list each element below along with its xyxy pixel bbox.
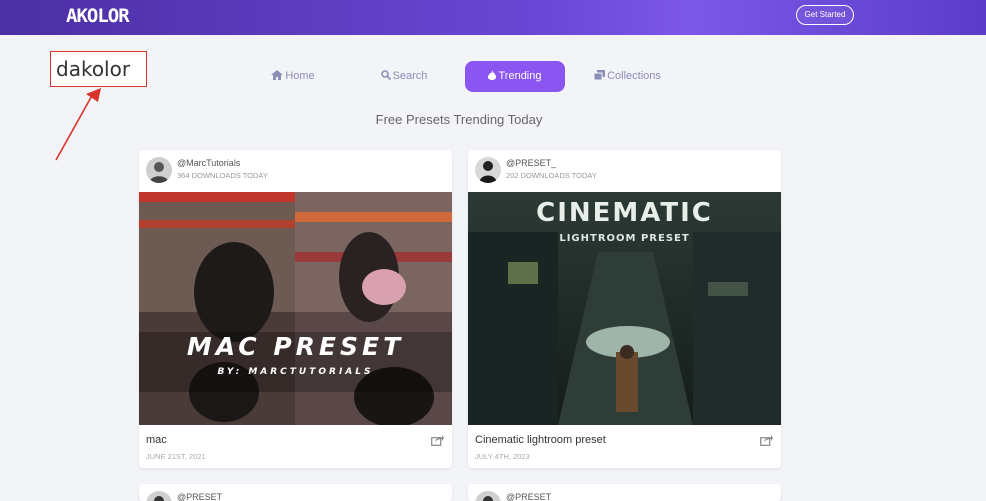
preset-title[interactable]: mac xyxy=(146,434,167,446)
nav-search-label: Search xyxy=(392,70,428,82)
flame-icon xyxy=(488,70,497,80)
card-header: @MarcTutorials 364 DOWNLOADS TODAY xyxy=(139,150,452,192)
collections-icon xyxy=(593,70,606,81)
avatar[interactable] xyxy=(146,491,172,501)
thumbnail-title: CINEMATIC xyxy=(536,198,713,228)
preset-thumbnail[interactable]: MAC PRESET BY: MARCTUTORIALS xyxy=(139,192,452,425)
author-name[interactable]: @PRESET_ xyxy=(506,158,556,168)
card-header: @PRESET_ 202 DOWNLOADS TODAY xyxy=(468,150,781,192)
avatar[interactable] xyxy=(475,491,501,501)
preset-thumbnail[interactable]: CINEMATIC LIGHTROOM PRESET xyxy=(468,192,781,425)
annotation-label: dakolor xyxy=(56,57,131,81)
author-name[interactable]: @PRESET_ xyxy=(177,492,227,501)
thumbnail-subtitle: LIGHTROOM PRESET xyxy=(559,233,690,244)
nav-trending-label: Trending xyxy=(498,70,542,82)
share-icon[interactable] xyxy=(760,434,773,446)
preset-title[interactable]: Cinematic lightroom preset xyxy=(475,434,606,446)
avatar[interactable] xyxy=(475,157,501,183)
nav-collections[interactable]: Collections xyxy=(585,61,670,92)
top-bar: AKOLOR Get Started xyxy=(0,0,986,35)
preset-card[interactable]: @MarcTutorials 364 DOWNLOADS TODAY MAC P… xyxy=(139,150,452,468)
thumbnail-title: MAC PRESET xyxy=(186,332,405,361)
avatar[interactable] xyxy=(146,157,172,183)
annotation-box: dakolor xyxy=(50,51,147,87)
download-count: 364 DOWNLOADS TODAY xyxy=(177,171,268,180)
preset-card[interactable]: @PRESET_ 202 DOWNLOADS TODAY CINEMATIC L… xyxy=(468,150,781,468)
search-icon xyxy=(380,70,391,81)
nav-trending[interactable]: Trending xyxy=(465,61,565,92)
nav-home[interactable]: Home xyxy=(258,61,328,92)
get-started-button[interactable]: Get Started xyxy=(796,5,854,25)
preset-card[interactable]: @PRESET_ xyxy=(468,484,781,501)
author-name[interactable]: @MarcTutorials xyxy=(177,158,240,168)
brand-logo[interactable]: AKOLOR xyxy=(66,5,130,27)
preset-date: JUNE 21ST, 2021 xyxy=(146,452,206,461)
download-count: 202 DOWNLOADS TODAY xyxy=(506,171,597,180)
author-name[interactable]: @PRESET_ xyxy=(506,492,556,501)
nav-collections-label: Collections xyxy=(607,70,661,82)
thumbnail-subtitle: BY: MARCTUTORIALS xyxy=(217,367,374,377)
nav-home-label: Home xyxy=(285,70,315,82)
home-icon xyxy=(271,70,284,80)
page-subtitle: Free Presets Trending Today xyxy=(375,112,543,127)
preset-card[interactable]: @PRESET_ xyxy=(139,484,452,501)
share-icon[interactable] xyxy=(431,434,444,446)
nav-search[interactable]: Search xyxy=(370,61,438,92)
preset-date: JULY 4TH, 2023 xyxy=(475,452,530,461)
